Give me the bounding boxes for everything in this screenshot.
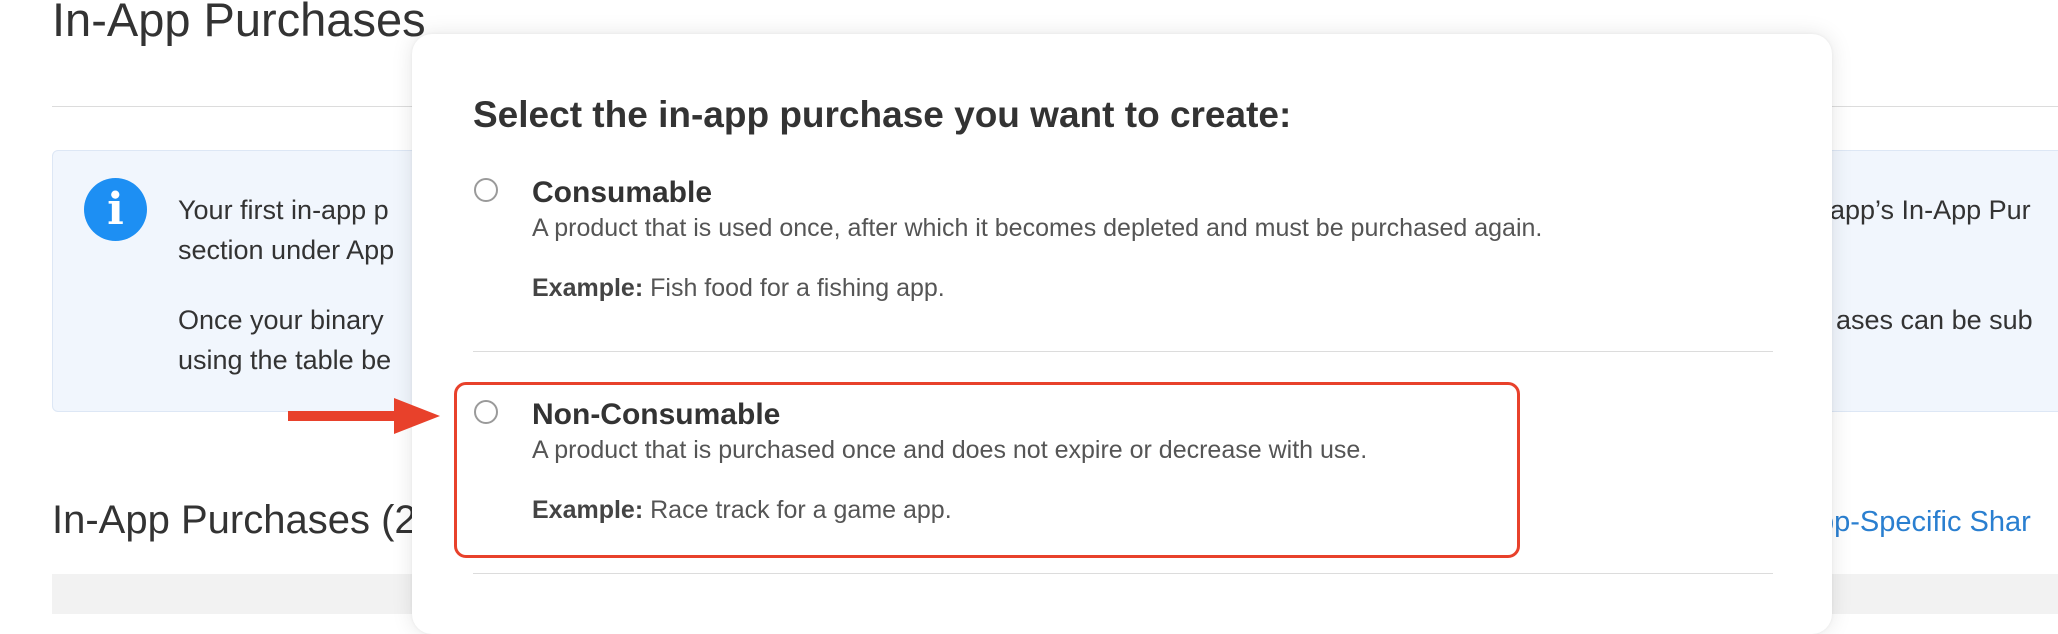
info-icon: i [84, 178, 147, 241]
info-text-line-2: section under App [178, 235, 395, 265]
info-text-line-4: using the table be [178, 345, 392, 375]
option-title-consumable[interactable]: Consumable [532, 176, 712, 210]
option-divider [473, 351, 1773, 352]
option-description-consumable: A product that is used once, after which… [532, 214, 1543, 242]
app-specific-shared-secret-link[interactable]: pp-Specific Shar [1818, 506, 2031, 539]
arrow-right-icon [288, 398, 440, 434]
option-divider [473, 573, 1773, 574]
example-text: Fish food for a fishing app. [643, 274, 945, 302]
consumable-radio[interactable] [474, 178, 498, 202]
modal-title: Select the in-app purchase you want to c… [473, 94, 1292, 135]
info-text-line-1: Your first in-app p [178, 195, 389, 225]
section-title: In-App Purchases (2 [52, 498, 417, 542]
example-label: Example: [532, 274, 644, 302]
option-example-consumable: Example: Fish food for a fishing app. [532, 274, 945, 303]
info-text-line-3-right: ases can be sub [1836, 305, 2033, 335]
info-text-line-1-right: app’s In-App Pur [1830, 195, 2031, 225]
info-text-line-3: Once your binary [178, 305, 384, 335]
highlight-box [454, 382, 1520, 558]
page-title: In-App Purchases [52, 0, 426, 46]
